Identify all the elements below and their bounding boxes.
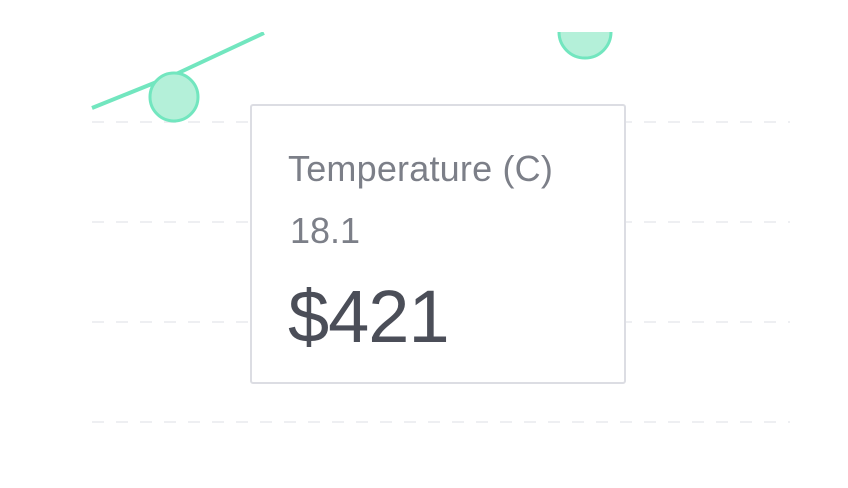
- crop-mask-top: [0, 0, 848, 32]
- tooltip-series-name: Temperature (C): [288, 148, 554, 189]
- chart-tooltip: Temperature (C) 18.1 $421: [250, 104, 626, 384]
- data-point-1: [148, 71, 200, 123]
- tooltip-y-value: $421: [288, 275, 450, 358]
- chart-area: Temperature (C) 18.1 $421: [0, 0, 848, 488]
- tooltip-x-value: 18.1: [290, 210, 361, 251]
